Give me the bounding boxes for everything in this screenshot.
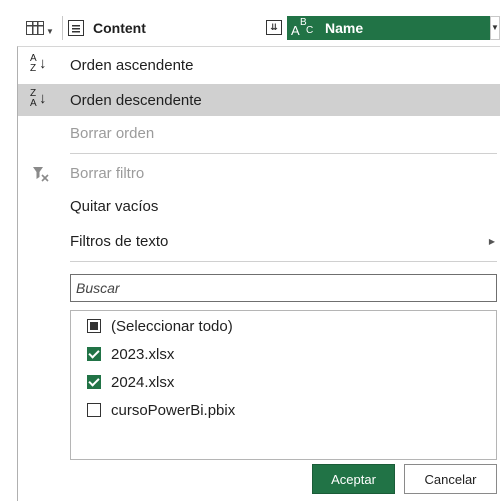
menu-item-sort-descending[interactable]: Z A ↓ Orden descendente [18, 84, 500, 116]
menu-item-label: Borrar orden [70, 124, 155, 142]
clear-filter-icon [32, 165, 50, 183]
text-type-icon: A B C [291, 17, 314, 38]
expand-column-icon[interactable]: ⇊ [266, 20, 282, 35]
filter-values-list: (Seleccionar todo) 2023.xlsx 2024.xlsx c… [70, 310, 497, 460]
filter-dropdown-menu: A Z ↓ Orden ascendente Z A ↓ Orden desce… [17, 46, 500, 501]
document-icon [68, 20, 84, 36]
table-icon [26, 21, 44, 35]
menu-item-sort-ascending[interactable]: A Z ↓ Orden ascendente [18, 49, 500, 81]
column-header-strip: ▼ Content ⇊ A B C Name ▼ [0, 0, 500, 45]
menu-item-label: Borrar filtro [70, 164, 145, 182]
checkbox[interactable] [87, 347, 101, 361]
submenu-arrow-icon: ▶ [488, 236, 495, 246]
sort-ascending-icon: A Z ↓ [30, 53, 47, 74]
list-item-label: 2024.xlsx [111, 373, 175, 391]
menu-item-label: Orden ascendente [70, 56, 194, 74]
menu-item-remove-empty[interactable]: Quitar vacíos [18, 190, 500, 222]
menu-item-label: Quitar vacíos [70, 197, 159, 215]
cancel-button[interactable]: Cancelar [404, 464, 497, 494]
list-item[interactable]: cursoPowerBi.pbix [87, 399, 235, 421]
column-header-label: Content [93, 20, 146, 36]
checkbox[interactable] [87, 375, 101, 389]
menu-separator [70, 153, 497, 154]
menu-item-label: Orden descendente [70, 91, 202, 109]
sort-descending-icon: Z A ↓ [30, 88, 47, 109]
caret-down-icon: ▼ [46, 26, 54, 36]
list-item-label: 2023.xlsx [111, 345, 175, 363]
column-header-name[interactable]: A B C Name ▼ [287, 16, 500, 40]
menu-item-clear-filter[interactable]: Borrar filtro [18, 157, 500, 189]
menu-separator [70, 261, 497, 262]
menu-item-text-filters[interactable]: Filtros de texto ▶ [18, 225, 500, 257]
list-item-select-all[interactable]: (Seleccionar todo) [87, 315, 233, 337]
column-header-label: Name [325, 20, 364, 36]
checkbox[interactable] [87, 319, 101, 333]
column-header-content[interactable]: Content ⇊ [62, 16, 286, 40]
table-menu-button[interactable]: ▼ [20, 16, 60, 40]
ok-button[interactable]: Aceptar [312, 464, 395, 494]
filter-dropdown-icon[interactable]: ▼ [490, 16, 500, 40]
menu-item-label: Filtros de texto [70, 232, 169, 250]
checkbox[interactable] [87, 403, 101, 417]
list-item-label: cursoPowerBi.pbix [111, 401, 236, 419]
list-item[interactable]: 2023.xlsx [87, 343, 174, 365]
menu-item-clear-sort[interactable]: Borrar orden [18, 117, 500, 149]
list-item-label: (Seleccionar todo) [111, 317, 233, 335]
list-item[interactable]: 2024.xlsx [87, 371, 174, 393]
search-input[interactable]: Buscar [70, 274, 497, 302]
